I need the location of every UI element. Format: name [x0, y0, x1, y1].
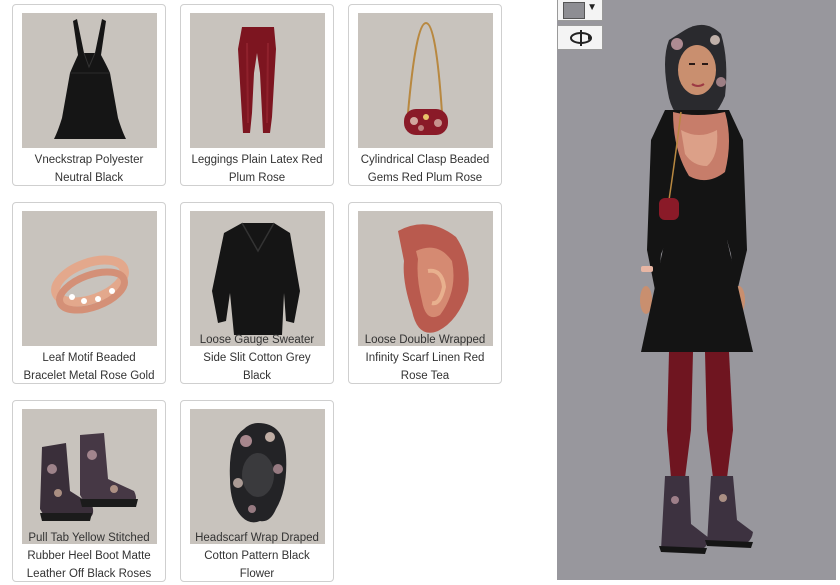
- avatar-preview[interactable]: [557, 0, 836, 580]
- sweater-icon: [212, 222, 300, 335]
- handbag-icon: [404, 21, 448, 135]
- background-color-picker[interactable]: ▼: [557, 0, 603, 21]
- item-card[interactable]: Pull Tab Yellow Stitched Rubber Heel Boot…: [12, 400, 166, 582]
- headscarf-icon: [229, 423, 287, 523]
- item-label: Leggings Plain Latex Red Plum Rose: [191, 154, 323, 184]
- bracelet-icon: [51, 255, 129, 314]
- item-thumbnail[interactable]: [190, 13, 325, 148]
- item-label: Cylindrical Clasp Beaded Gems Red Plum Ro…: [360, 154, 490, 184]
- leggings-icon: [238, 27, 276, 133]
- boots-icon: [40, 433, 138, 521]
- item-card[interactable]: Leggings Plain Latex Red Plum Rose: [180, 4, 334, 186]
- item-label: Headscarf Wrap Draped Cotton Pattern Blac…: [195, 532, 319, 580]
- item-thumbnail[interactable]: [22, 211, 157, 346]
- rotate-icon: [570, 30, 592, 46]
- item-card[interactable]: Loose Gauge Sweater Side Slit Cotton Grey…: [180, 202, 334, 384]
- item-thumbnail[interactable]: [358, 211, 493, 346]
- avatar-figure: [640, 24, 753, 554]
- dress-icon: [54, 19, 126, 139]
- item-card[interactable]: Loose Double Wrapped Infinity Scarf Linen…: [348, 202, 502, 384]
- color-swatch-icon: [563, 2, 585, 19]
- item-thumbnail[interactable]: [358, 13, 493, 148]
- item-thumbnail[interactable]: [22, 13, 157, 148]
- chevron-down-icon: ▼: [587, 2, 597, 13]
- item-card[interactable]: Headscarf Wrap Draped Cotton Pattern Blac…: [180, 400, 334, 582]
- item-label: Vneckstrap Polyester Neutral Black: [34, 154, 144, 184]
- item-label: Leaf Motif Beaded Bracelet Metal Rose Gol…: [23, 352, 155, 382]
- item-card[interactable]: Cylindrical Clasp Beaded Gems Red Plum Ro…: [348, 4, 502, 186]
- item-card[interactable]: Leaf Motif Beaded Bracelet Metal Rose Gol…: [12, 202, 166, 384]
- item-thumbnail[interactable]: [22, 409, 157, 544]
- rotate-button[interactable]: [557, 25, 603, 50]
- item-thumbnail[interactable]: [190, 409, 325, 544]
- item-thumbnail[interactable]: [190, 211, 325, 346]
- scarf-icon: [398, 224, 469, 333]
- item-card[interactable]: Vneckstrap Polyester Neutral Black: [12, 4, 166, 186]
- item-label: Loose Gauge Sweater Side Slit Cotton Grey…: [199, 334, 315, 382]
- item-label: Loose Double Wrapped Infinity Scarf Linen…: [364, 334, 486, 382]
- item-label: Pull Tab Yellow Stitched Rubber Heel Boot…: [26, 532, 152, 580]
